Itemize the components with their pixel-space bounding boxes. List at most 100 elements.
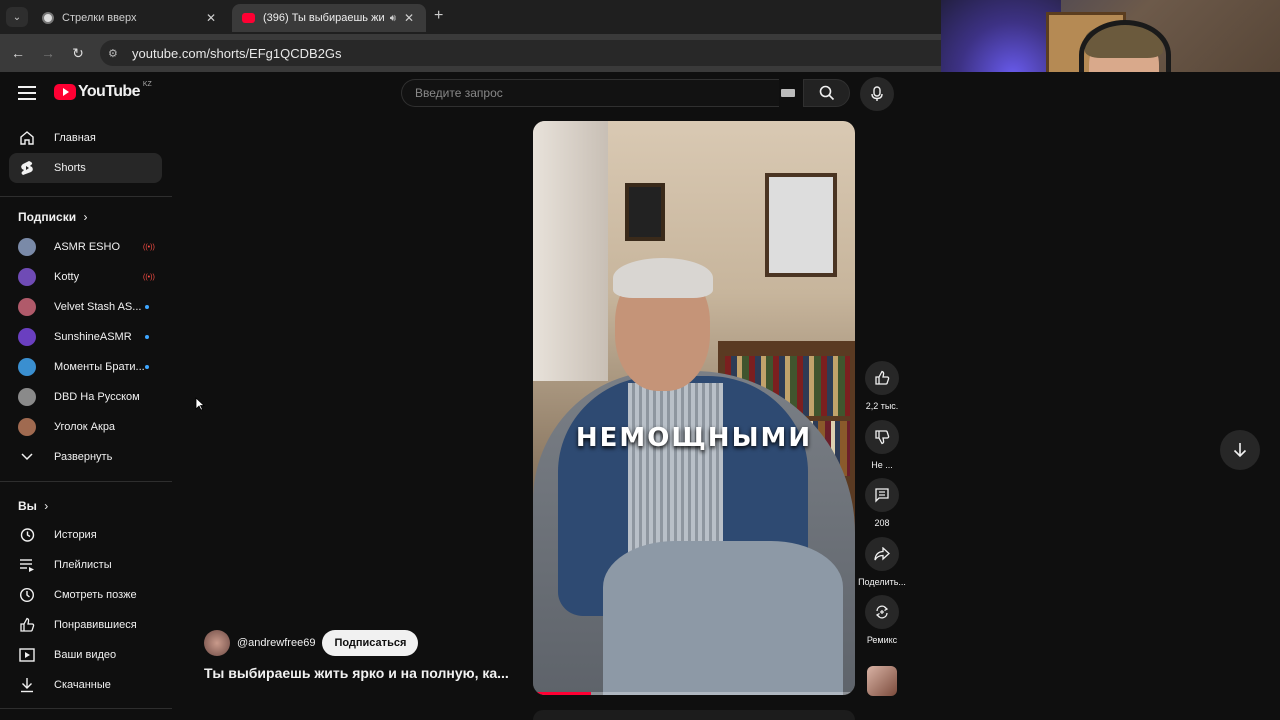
subscribe-button[interactable]: Подписаться	[322, 630, 419, 656]
sidebar-item-your-videos[interactable]: Ваши видео	[9, 640, 162, 670]
short-title[interactable]: Ты выбираешь жить ярко и на полную, ка..…	[204, 665, 524, 681]
logo-wordmark: YouTube	[78, 83, 140, 100]
video-legs	[603, 541, 843, 695]
channel-info: @andrewfree69 Подписаться	[204, 630, 419, 656]
browser-tab-arrows[interactable]: Стрелки вверх ✕	[32, 4, 228, 32]
sidebar-divider	[0, 196, 172, 197]
forward-arrow-icon[interactable]: →	[38, 43, 58, 63]
channel-avatar[interactable]	[204, 630, 230, 656]
video-picture-frame	[765, 173, 837, 277]
sidebar-item-label: Главная	[54, 132, 96, 144]
like-button[interactable]: 2,2 тыс.	[858, 361, 906, 411]
channel-handle[interactable]: @andrewfree69	[237, 637, 315, 649]
dislike-label: Не ...	[871, 460, 893, 470]
voice-search-button[interactable]	[860, 77, 894, 111]
youtube-logo[interactable]: YouTube KZ	[54, 81, 152, 101]
shorts-icon	[18, 159, 36, 177]
channel-avatar	[18, 418, 36, 436]
share-button[interactable]: Поделить...	[858, 537, 906, 587]
sidebar-item-downloads[interactable]: Скачанные	[9, 670, 162, 700]
next-short-preview[interactable]	[533, 710, 855, 720]
new-tab-button[interactable]: +	[434, 7, 443, 25]
like-icon	[875, 370, 890, 385]
youtube-play-icon	[54, 84, 76, 100]
sidebar-item-label: Ваши видео	[54, 649, 117, 661]
audio-playing-icon[interactable]: 🔊︎	[390, 13, 396, 24]
chevron-down-icon: ⌄	[12, 11, 22, 23]
sidebar-item-home[interactable]: Главная	[9, 123, 162, 153]
playlists-icon	[18, 556, 36, 574]
mouse-cursor-icon	[195, 397, 206, 416]
tab-title: (396) Ты выбираешь жить	[263, 12, 384, 24]
comments-count: 208	[874, 518, 890, 528]
arrow-down-icon	[1233, 443, 1247, 458]
sidebar-item-expand[interactable]: Развернуть	[9, 442, 162, 472]
search-input[interactable]: Введите запрос	[401, 79, 779, 107]
sidebar-item-subscription[interactable]: Kotty ((•))	[9, 262, 162, 292]
sidebar-item-label: DBD На Русском	[54, 391, 140, 403]
sidebar-item-label: ASMR ESHO	[54, 241, 121, 253]
sidebar-item-label: Shorts	[54, 162, 86, 174]
address-bar[interactable]: ⚙︎ youtube.com/shorts/EFg1QCDB2Gs	[100, 40, 941, 66]
remix-button[interactable]: Ремикс	[858, 595, 906, 645]
sidebar-item-playlists[interactable]: Плейлисты	[9, 550, 162, 580]
like-count: 2,2 тыс.	[865, 401, 899, 411]
video-progress-bar[interactable]	[533, 692, 855, 695]
sidebar-item-subscription[interactable]: Моменты Брати...	[9, 352, 162, 382]
sidebar-item-label: Развернуть	[54, 451, 113, 463]
live-icon: ((•))	[143, 244, 155, 251]
sidebar-item-label: История	[54, 529, 97, 541]
search-button[interactable]	[803, 79, 850, 107]
video-man-hair	[613, 258, 713, 298]
dislike-icon	[875, 430, 890, 445]
sidebar-divider	[0, 708, 172, 709]
you-header[interactable]: Вы ›	[18, 499, 48, 513]
search-icon	[819, 85, 834, 101]
sidebar-item-label: SunshineASMR	[54, 331, 132, 343]
sidebar-item-watch-later[interactable]: Смотреть позже	[9, 580, 162, 610]
sidebar-item-subscription[interactable]: SunshineASMR	[9, 322, 162, 352]
sidebar-item-label: Плейлисты	[54, 559, 112, 571]
sidebar-item-subscription[interactable]: DBD На Русском	[9, 382, 162, 412]
subscriptions-header[interactable]: Подписки ›	[18, 210, 87, 224]
short-video-player[interactable]: НЕМОЩНЫМИ	[533, 121, 855, 695]
watch-later-icon	[18, 586, 36, 604]
video-caption: НЕМОЩНЫМИ	[575, 423, 813, 453]
downloads-icon	[18, 676, 36, 694]
sidebar-item-subscription[interactable]: Уголок Акра	[9, 412, 162, 442]
your-videos-icon	[18, 646, 36, 664]
sidebar-divider	[0, 481, 172, 482]
reload-icon[interactable]: ↻	[68, 43, 88, 63]
hamburger-menu-icon[interactable]	[18, 86, 36, 100]
comments-icon	[875, 488, 889, 503]
liked-icon	[18, 616, 36, 634]
channel-avatar	[18, 268, 36, 286]
browser-tab-youtube[interactable]: (396) Ты выбираешь жить 🔊︎ ✕	[232, 4, 426, 32]
comments-button[interactable]: 208	[858, 478, 906, 528]
region-code: KZ	[142, 81, 152, 88]
back-arrow-icon[interactable]: ←	[8, 43, 28, 63]
close-tab-icon[interactable]: ✕	[402, 11, 416, 25]
sidebar-item-label: Понравившиеся	[54, 619, 137, 631]
keyboard-icon[interactable]	[781, 89, 795, 97]
next-short-button[interactable]	[1220, 430, 1260, 470]
remix-icon	[875, 605, 889, 619]
sidebar-item-label: Моменты Брати...	[54, 361, 145, 373]
close-tab-icon[interactable]: ✕	[204, 11, 218, 25]
dislike-button[interactable]: Не ...	[858, 420, 906, 470]
sidebar-item-liked[interactable]: Понравившиеся	[9, 610, 162, 640]
sidebar-item-label: Velvet Stash AS...	[54, 301, 142, 313]
sound-thumbnail[interactable]	[867, 666, 897, 696]
sidebar-item-history[interactable]: История	[9, 520, 162, 550]
tab-title: Стрелки вверх	[62, 12, 137, 24]
chevron-right-icon: ›	[83, 210, 88, 224]
tab-list-button[interactable]: ⌄	[6, 7, 28, 27]
site-settings-icon[interactable]: ⚙︎	[108, 47, 126, 60]
new-content-dot-icon	[145, 365, 149, 369]
new-content-dot-icon	[145, 335, 149, 339]
sidebar-item-subscription[interactable]: Velvet Stash AS...	[9, 292, 162, 322]
sidebar-item-shorts[interactable]: Shorts	[9, 153, 162, 183]
sidebar-item-subscription[interactable]: ASMR ESHO ((•))	[9, 232, 162, 262]
video-progress-fill	[533, 692, 591, 695]
sidebar-item-label: Скачанные	[54, 679, 111, 691]
